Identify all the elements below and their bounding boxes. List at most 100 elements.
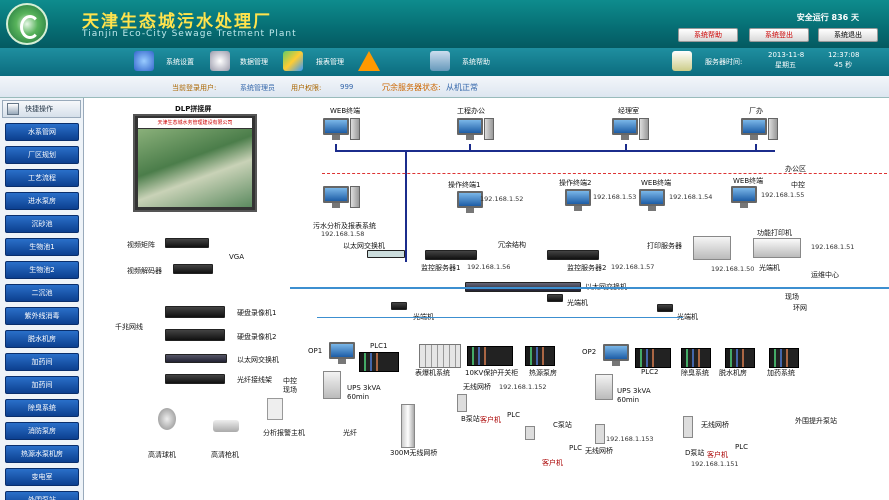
dewater-label: 脱水机房 xyxy=(719,369,747,377)
sidebar-item-secondary[interactable]: 二沉池 xyxy=(5,284,79,302)
hv-switchgear-label: 10KV保护开关柜 xyxy=(465,369,519,377)
gigabit-label: 千兆网线 xyxy=(115,323,143,331)
office-pc-icon[interactable] xyxy=(457,118,483,142)
gun-camera-icon[interactable] xyxy=(213,420,239,432)
web-terminal-1-icon[interactable] xyxy=(323,118,349,142)
sidebar-item-bio1[interactable]: 生物池1 xyxy=(5,238,79,256)
wifi-bridge-label: 300M无线网桥 xyxy=(390,449,438,457)
sidebar-item-grit[interactable]: 沉砂池 xyxy=(5,215,79,233)
wlan2-icon[interactable] xyxy=(595,424,605,444)
web-terminal-3-icon[interactable] xyxy=(731,186,757,210)
op-terminal-2-icon[interactable] xyxy=(565,189,591,213)
ops-center-label: 运维中心 xyxy=(811,271,839,279)
monitor-server-1[interactable] xyxy=(425,250,477,260)
sidebar-item-bio2[interactable]: 生物池2 xyxy=(5,261,79,279)
sidebar-item-heat[interactable]: 热源水泵机房 xyxy=(5,445,79,463)
analysis-ip: 192.168.1.58 xyxy=(321,230,365,238)
dewater-plc[interactable] xyxy=(725,348,755,368)
web-terminal-2-icon[interactable] xyxy=(639,189,665,213)
op1-field-icon[interactable] xyxy=(329,342,355,366)
office-area-label: 办公区 xyxy=(785,165,806,173)
sidebar-item-process[interactable]: 工艺流程 xyxy=(5,169,79,187)
video-matrix-label: 视频矩阵 xyxy=(127,241,155,249)
settings-icon[interactable] xyxy=(134,51,154,71)
link-line xyxy=(755,144,757,152)
data-button[interactable]: 数据管理 xyxy=(240,53,268,71)
sidebar-item-inlet-pump[interactable]: 进水泵房 xyxy=(5,192,79,210)
wlan3-icon[interactable] xyxy=(683,416,693,438)
network-diagram: DLP拼接屏 天津生态城水务管理建设有限公司 视频矩阵 视频解码器 VGA 千兆… xyxy=(85,98,889,500)
hv-switchgear-plc[interactable] xyxy=(467,346,513,366)
fiber-switch-label: 光端机 xyxy=(759,264,780,272)
sidebar-item-fire[interactable]: 消防泵房 xyxy=(5,422,79,440)
monitor-icon[interactable] xyxy=(430,51,450,71)
wlan2-ip: 192.168.1.153 xyxy=(606,435,654,443)
sidebar-item-deodor[interactable]: 除臭系统 xyxy=(5,399,79,417)
fiber-converter-2-label: 光端机 xyxy=(567,299,588,307)
redundancy-label: 冗余服务器状态: xyxy=(382,83,441,92)
b-station-label: B泵站 xyxy=(461,415,480,423)
dvr1-label: 硬盘录像机1 xyxy=(237,309,277,317)
op-terminal-1-label: 操作终端1 xyxy=(448,181,481,189)
op2-field-icon[interactable] xyxy=(603,344,629,368)
monitor-server-2[interactable] xyxy=(547,250,599,260)
analysis-pc-icon[interactable] xyxy=(323,186,349,210)
sidebar-item-dosing-b[interactable]: 加药间 xyxy=(5,376,79,394)
sidebar-item-substation[interactable]: 变电室 xyxy=(5,468,79,486)
client3-label: 客户机 xyxy=(707,451,728,459)
thermal-plc[interactable] xyxy=(525,346,555,366)
video-decoder-label: 视频解码器 xyxy=(127,267,162,275)
wifi-bridge-icon[interactable] xyxy=(401,404,415,448)
header-bar: 天津生态城污水处理厂 Tianjin Eco-City Sewage Tretm… xyxy=(0,0,889,48)
dlp-screen[interactable]: 天津生态城水务管理建设有限公司 xyxy=(133,114,257,212)
sidebar-item-dewater[interactable]: 脱水机房 xyxy=(5,330,79,348)
dvr1-device xyxy=(165,306,225,318)
dosing-plc[interactable] xyxy=(769,348,799,368)
exit-button[interactable]: 系统退出 xyxy=(818,28,878,42)
meter-system-icon[interactable] xyxy=(419,344,461,368)
help-menu-button[interactable]: 系统帮助 xyxy=(462,53,490,71)
sidebar-item-dosing-a[interactable]: 加药间 xyxy=(5,353,79,371)
ball-camera-icon[interactable] xyxy=(158,408,176,430)
help-button[interactable]: 系统帮助 xyxy=(678,28,738,42)
dlp-title: 天津生态城水务管理建设有限公司 xyxy=(138,118,252,128)
warning-icon[interactable] xyxy=(358,51,380,71)
plc2-device[interactable] xyxy=(635,348,671,368)
ctrl-room-label: 中控 现场 xyxy=(283,377,297,394)
manager-pc-icon[interactable] xyxy=(612,118,638,142)
fiber-box-label: 光纤接线架 xyxy=(237,376,272,384)
printer-icon[interactable] xyxy=(693,236,731,260)
sidebar-item-plant-plan[interactable]: 厂区规划 xyxy=(5,146,79,164)
ring-network-line xyxy=(290,287,889,289)
logo-icon xyxy=(6,3,48,45)
ups1-icon xyxy=(323,371,341,399)
app-root: 天津生态城污水处理厂 Tianjin Eco-City Sewage Tretm… xyxy=(0,0,889,500)
ball-cam-label: 高清球机 xyxy=(148,451,176,459)
database-icon[interactable] xyxy=(210,51,230,71)
plc1-label: PLC1 xyxy=(370,342,388,350)
alarm-host-label: 分析报警主机 xyxy=(263,429,305,437)
alarm-host-icon[interactable] xyxy=(267,398,283,420)
chart-icon[interactable] xyxy=(283,51,303,71)
sidebar-item-pipe-network[interactable]: 水系管网 xyxy=(5,123,79,141)
gun-cam-label: 高清枪机 xyxy=(211,451,239,459)
plc1-device[interactable] xyxy=(359,352,399,372)
manager-label: 经理室 xyxy=(618,107,639,115)
func-printer-icon[interactable] xyxy=(753,238,801,258)
fiber-converter-1 xyxy=(391,302,407,310)
vga-label: VGA xyxy=(229,253,245,261)
deodor-plc[interactable] xyxy=(681,348,711,368)
logout-button[interactable]: 系统登出 xyxy=(749,28,809,42)
settings-button[interactable]: 系统设置 xyxy=(166,53,194,71)
sidebar-item-uv[interactable]: 紫外线消毒 xyxy=(5,307,79,325)
wlan1-icon[interactable] xyxy=(457,394,467,412)
status-bar: 当前登录用户: 系统管理员 用户权限: 999 冗余服务器状态: 从机正常 xyxy=(0,76,889,98)
web-terminal-2-label: WEB终端 xyxy=(641,179,672,187)
c-station-icon[interactable] xyxy=(525,426,535,440)
factory-pc-icon[interactable] xyxy=(741,118,767,142)
ups2-icon xyxy=(595,374,613,400)
dlp-label: DLP拼接屏 xyxy=(175,105,212,113)
link-line xyxy=(625,144,627,152)
report-button[interactable]: 报表管理 xyxy=(316,53,344,71)
sidebar-item-outer[interactable]: 外围泵站 xyxy=(5,491,79,500)
